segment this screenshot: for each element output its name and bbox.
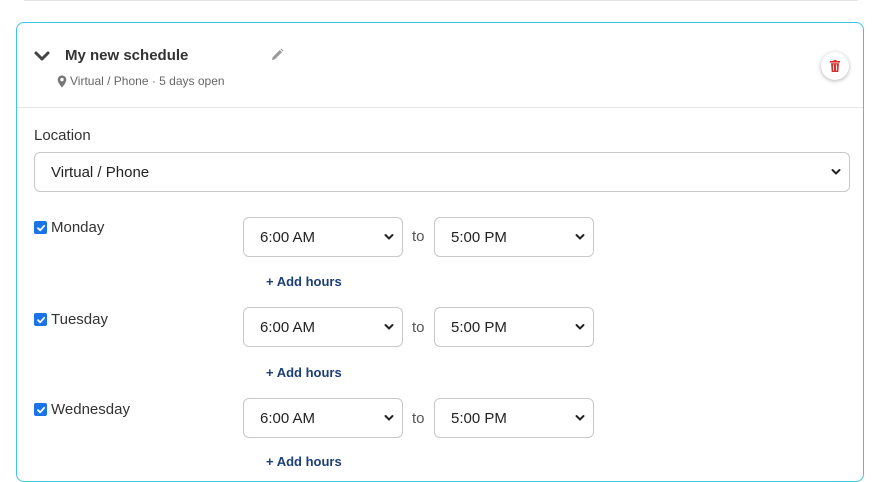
day-tuesday[interactable]: Tuesday (34, 311, 108, 328)
schedule-card: My new schedule Virtual / Phone · 5 days… (16, 22, 864, 482)
checkmark-icon (36, 224, 45, 231)
wednesday-start-select[interactable]: 6:00 AM (243, 398, 403, 438)
day-wednesday[interactable]: Wednesday (34, 401, 130, 418)
end-time-value: 5:00 PM (451, 228, 507, 246)
monday-checkbox[interactable] (34, 221, 47, 234)
chevron-down-icon (575, 324, 585, 330)
start-time-value: 6:00 AM (260, 409, 316, 427)
day-monday[interactable]: Monday (34, 219, 104, 236)
pencil-icon[interactable] (269, 47, 285, 63)
chevron-down-icon (384, 324, 394, 330)
location-select[interactable]: Virtual / Phone (34, 152, 850, 192)
chevron-down-icon (575, 415, 585, 421)
checkmark-icon (36, 406, 45, 413)
schedule-subtitle-text: Virtual / Phone · 5 days open (70, 74, 225, 88)
tuesday-checkbox[interactable] (34, 313, 47, 326)
delete-schedule-button[interactable] (821, 52, 849, 80)
day-label: Wednesday (51, 401, 130, 418)
wednesday-checkbox[interactable] (34, 403, 47, 416)
to-label: to (412, 410, 425, 427)
tuesday-start-select[interactable]: 6:00 AM (243, 307, 403, 347)
map-pin-icon (57, 75, 67, 87)
monday-add-hours-link[interactable]: + Add hours (266, 274, 342, 289)
chevron-down-icon (831, 169, 841, 175)
schedule-subtitle: Virtual / Phone · 5 days open (57, 74, 225, 88)
schedule-title: My new schedule (65, 47, 189, 64)
chevron-down-icon (384, 234, 394, 240)
end-time-value: 5:00 PM (451, 318, 507, 336)
monday-end-select[interactable]: 5:00 PM (434, 217, 594, 257)
monday-start-select[interactable]: 6:00 AM (243, 217, 403, 257)
top-divider (24, 0, 858, 1)
wednesday-end-select[interactable]: 5:00 PM (434, 398, 594, 438)
to-label: to (412, 319, 425, 336)
to-label: to (412, 228, 425, 245)
chevron-down-icon (575, 234, 585, 240)
chevron-down-icon (384, 415, 394, 421)
checkmark-icon (36, 316, 45, 323)
start-time-value: 6:00 AM (260, 228, 316, 246)
trash-icon (830, 60, 840, 72)
schedule-header[interactable]: My new schedule Virtual / Phone · 5 days… (17, 23, 863, 108)
location-label: Location (34, 127, 91, 144)
location-select-value: Virtual / Phone (51, 163, 150, 181)
chevron-down-icon[interactable] (33, 50, 51, 64)
day-label: Tuesday (51, 311, 108, 328)
wednesday-add-hours-link[interactable]: + Add hours (266, 454, 342, 469)
tuesday-add-hours-link[interactable]: + Add hours (266, 365, 342, 380)
day-label: Monday (51, 219, 105, 236)
start-time-value: 6:00 AM (260, 318, 316, 336)
end-time-value: 5:00 PM (451, 409, 507, 427)
tuesday-end-select[interactable]: 5:00 PM (434, 307, 594, 347)
